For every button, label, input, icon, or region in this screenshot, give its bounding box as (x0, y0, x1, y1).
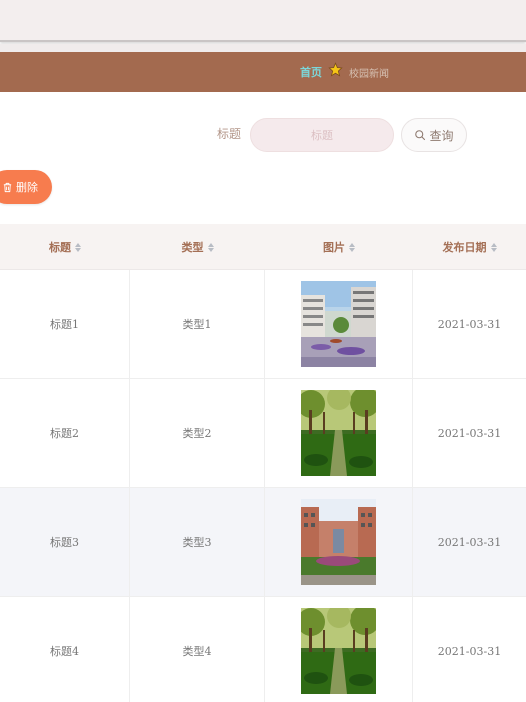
top-header-bar (0, 0, 526, 42)
query-button-label: 查询 (429, 128, 454, 143)
header-spacer (0, 44, 526, 52)
column-header-type[interactable]: 类型 (130, 224, 265, 270)
cell-date: 2021-03-31 (437, 317, 502, 331)
cell-title: 标题3 (0, 488, 130, 596)
tree-lined-path-thumbnail[interactable] (301, 608, 376, 694)
table-header: 标题 类型 图片 发布日期 (0, 224, 526, 270)
column-header-image[interactable]: 图片 (265, 224, 413, 270)
title-search-input[interactable] (250, 118, 394, 152)
query-button[interactable]: 查询 (401, 118, 467, 152)
cell-type: 类型4 (130, 597, 265, 702)
sort-icon[interactable] (75, 242, 81, 252)
table-row[interactable]: 标题3 类型3 2021-03-31 (0, 488, 526, 597)
breadcrumb-bar: 首页 校园新闻 (0, 52, 526, 92)
table-row[interactable]: 标题1 类型1 2021-03-31 (0, 270, 526, 379)
sort-icon[interactable] (349, 242, 355, 252)
tree-lined-path-thumbnail[interactable] (301, 390, 376, 476)
cell-date: 2021-03-31 (437, 644, 502, 658)
column-header-title[interactable]: 标题 (0, 224, 130, 270)
sort-icon[interactable] (207, 242, 214, 252)
star-icon (328, 62, 343, 77)
breadcrumb-home-link[interactable]: 首页 (300, 64, 322, 80)
cell-type: 类型1 (130, 270, 265, 378)
search-icon (415, 130, 426, 141)
search-label: 标题 (217, 127, 242, 141)
cell-title: 标题4 (0, 597, 130, 702)
table-row[interactable]: 标题2 类型2 2021-03-31 (0, 379, 526, 488)
breadcrumb-current: 校园新闻 (349, 69, 389, 80)
cell-date: 2021-03-31 (437, 426, 502, 440)
cell-type: 类型2 (130, 379, 265, 487)
delete-button-label: 删除 (16, 181, 38, 194)
trash-icon (3, 182, 12, 192)
cell-date: 2021-03-31 (437, 535, 502, 549)
cell-type: 类型3 (130, 488, 265, 596)
table-row[interactable]: 标题4 类型4 2021-03-31 (0, 597, 526, 702)
search-panel: 标题 查询 删除 (0, 92, 526, 222)
cell-title: 标题2 (0, 379, 130, 487)
cell-title: 标题1 (0, 270, 130, 378)
campus-building-garden-thumbnail[interactable] (301, 499, 376, 585)
campus-building-courtyard-thumbnail[interactable] (301, 281, 376, 367)
sort-icon[interactable] (490, 242, 497, 252)
delete-button[interactable]: 删除 (0, 170, 52, 204)
column-header-date[interactable]: 发布日期 (413, 224, 526, 270)
